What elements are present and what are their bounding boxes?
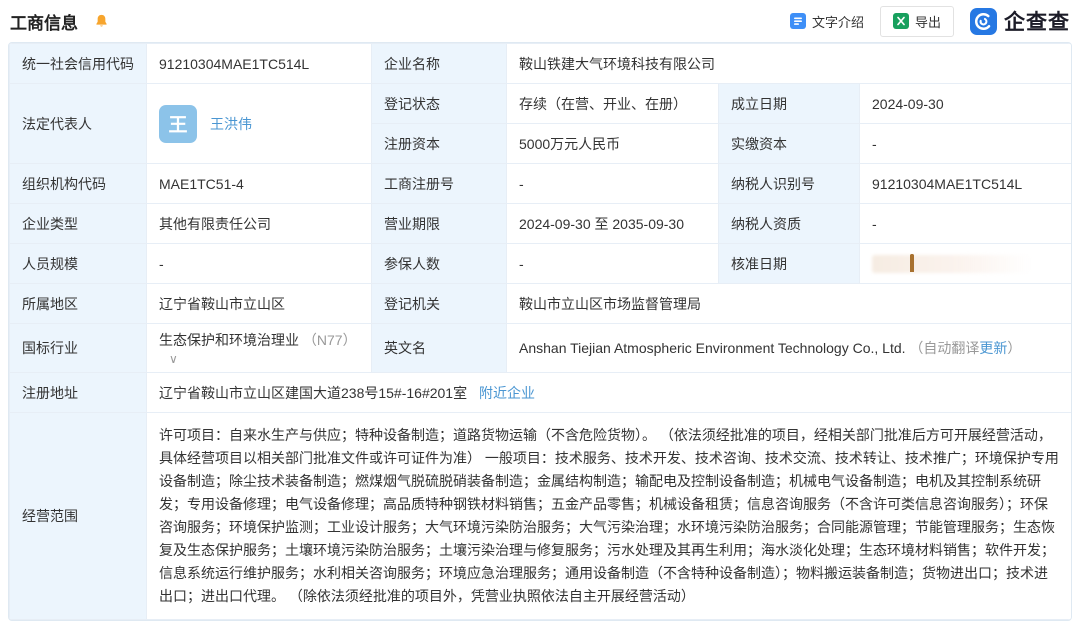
reg-address-text: 辽宁省鞍山市立山区建国大道238号15#-16#201室	[159, 385, 467, 401]
qichacha-logo-icon	[970, 8, 997, 35]
table-row: 组织机构代码 MAE1TC51-4 工商注册号 - 纳税人识别号 9121030…	[10, 164, 1072, 204]
reg-status-label: 登记状态	[372, 84, 507, 124]
excel-icon	[893, 13, 909, 29]
table-row: 统一社会信用代码 91210304MAE1TC514L 企业名称 鞍山铁建大气环…	[10, 44, 1072, 84]
business-info-table: 统一社会信用代码 91210304MAE1TC514L 企业名称 鞍山铁建大气环…	[8, 42, 1072, 621]
chevron-down-icon[interactable]: ∨	[169, 352, 178, 366]
qichacha-logo[interactable]: 企查查	[970, 6, 1070, 36]
translate-update-link[interactable]: 更新	[979, 340, 1007, 356]
auto-translate-note-close: ）	[1007, 340, 1021, 356]
table-row: 经营范围 许可项目：自来水生产与供应；特种设备制造；道路货物运输（不含危险货物）…	[10, 413, 1072, 620]
legal-rep-cell: 王 王洪伟	[147, 84, 372, 164]
reg-address-label: 注册地址	[10, 373, 147, 413]
staff-size-value: -	[147, 244, 372, 284]
text-intro-button[interactable]: 文字介绍	[790, 12, 864, 31]
insured-num-value: -	[507, 244, 719, 284]
company-type-label: 企业类型	[10, 204, 147, 244]
document-icon	[790, 13, 806, 29]
insured-num-label: 参保人数	[372, 244, 507, 284]
legal-rep-name-link[interactable]: 王洪伟	[210, 114, 252, 134]
credit-code-label: 统一社会信用代码	[10, 44, 147, 84]
export-label: 导出	[915, 12, 941, 31]
region-label: 所属地区	[10, 284, 147, 324]
industry-name: 生态保护和环境治理业	[159, 332, 299, 348]
org-code-value: MAE1TC51-4	[147, 164, 372, 204]
export-button[interactable]: 导出	[880, 6, 954, 37]
paid-capital-label: 实缴资本	[719, 124, 860, 164]
industry-value: 生态保护和环境治理业 （N77） ∨	[147, 324, 372, 373]
company-name-value: 鞍山铁建大气环境科技有限公司	[507, 44, 1072, 84]
bell-icon[interactable]	[94, 13, 109, 29]
staff-size-label: 人员规模	[10, 244, 147, 284]
reg-status-value: 存续（在营、开业、在册）	[507, 84, 719, 124]
table-row: 注册地址 辽宁省鞍山市立山区建国大道238号15#-16#201室 附近企业	[10, 373, 1072, 413]
legal-rep-avatar[interactable]: 王	[159, 105, 197, 143]
est-date-label: 成立日期	[719, 84, 860, 124]
legal-rep-label: 法定代表人	[10, 84, 147, 164]
est-date-value: 2024-09-30	[860, 84, 1072, 124]
industry-code: （N77）	[303, 332, 357, 348]
table-row: 法定代表人 王 王洪伟 登记状态 存续（在营、开业、在册） 成立日期 2024-…	[10, 84, 1072, 124]
approval-date-label: 核准日期	[719, 244, 860, 284]
reg-capital-label: 注册资本	[372, 124, 507, 164]
taxpayer-qual-label: 纳税人资质	[719, 204, 860, 244]
business-scope-value: 许可项目：自来水生产与供应；特种设备制造；道路货物运输（不含危险货物）。 （依法…	[147, 413, 1072, 620]
english-name-text: Anshan Tiejian Atmospheric Environment T…	[519, 340, 906, 356]
nearby-companies-link[interactable]: 附近企业	[479, 385, 535, 401]
business-term-value: 2024-09-30 至 2035-09-30	[507, 204, 719, 244]
business-term-label: 营业期限	[372, 204, 507, 244]
taxpayer-id-label: 纳税人识别号	[719, 164, 860, 204]
reg-address-value: 辽宁省鞍山市立山区建国大道238号15#-16#201室 附近企业	[147, 373, 1072, 413]
reg-authority-value: 鞍山市立山区市场监督管理局	[507, 284, 1072, 324]
page-header: 工商信息 文字介绍 导出	[0, 0, 1080, 42]
auto-translate-note: （自动翻译	[909, 340, 979, 356]
table-row: 所属地区 辽宁省鞍山市立山区 登记机关 鞍山市立山区市场监督管理局	[10, 284, 1072, 324]
reg-capital-value: 5000万元人民币	[507, 124, 719, 164]
english-name-value: Anshan Tiejian Atmospheric Environment T…	[507, 324, 1072, 373]
table-row: 国标行业 生态保护和环境治理业 （N77） ∨ 英文名 Anshan Tieji…	[10, 324, 1072, 373]
qichacha-brand-text: 企查查	[1004, 6, 1070, 36]
company-type-value: 其他有限责任公司	[147, 204, 372, 244]
lock-icon[interactable]	[910, 256, 923, 271]
company-name-label: 企业名称	[372, 44, 507, 84]
table-row: 企业类型 其他有限责任公司 营业期限 2024-09-30 至 2035-09-…	[10, 204, 1072, 244]
reg-authority-label: 登记机关	[372, 284, 507, 324]
industry-label: 国标行业	[10, 324, 147, 373]
approval-date-value	[860, 244, 1072, 284]
text-intro-label: 文字介绍	[812, 12, 864, 31]
reg-no-label: 工商注册号	[372, 164, 507, 204]
business-scope-label: 经营范围	[10, 413, 147, 620]
credit-code-value: 91210304MAE1TC514L	[147, 44, 372, 84]
org-code-label: 组织机构代码	[10, 164, 147, 204]
taxpayer-id-value: 91210304MAE1TC514L	[860, 164, 1072, 204]
taxpayer-qual-value: -	[860, 204, 1072, 244]
blurred-value	[872, 255, 1032, 273]
region-value: 辽宁省鞍山市立山区	[147, 284, 372, 324]
english-name-label: 英文名	[372, 324, 507, 373]
reg-no-value: -	[507, 164, 719, 204]
table-row: 人员规模 - 参保人数 - 核准日期	[10, 244, 1072, 284]
paid-capital-value: -	[860, 124, 1072, 164]
page-title: 工商信息	[10, 9, 78, 34]
